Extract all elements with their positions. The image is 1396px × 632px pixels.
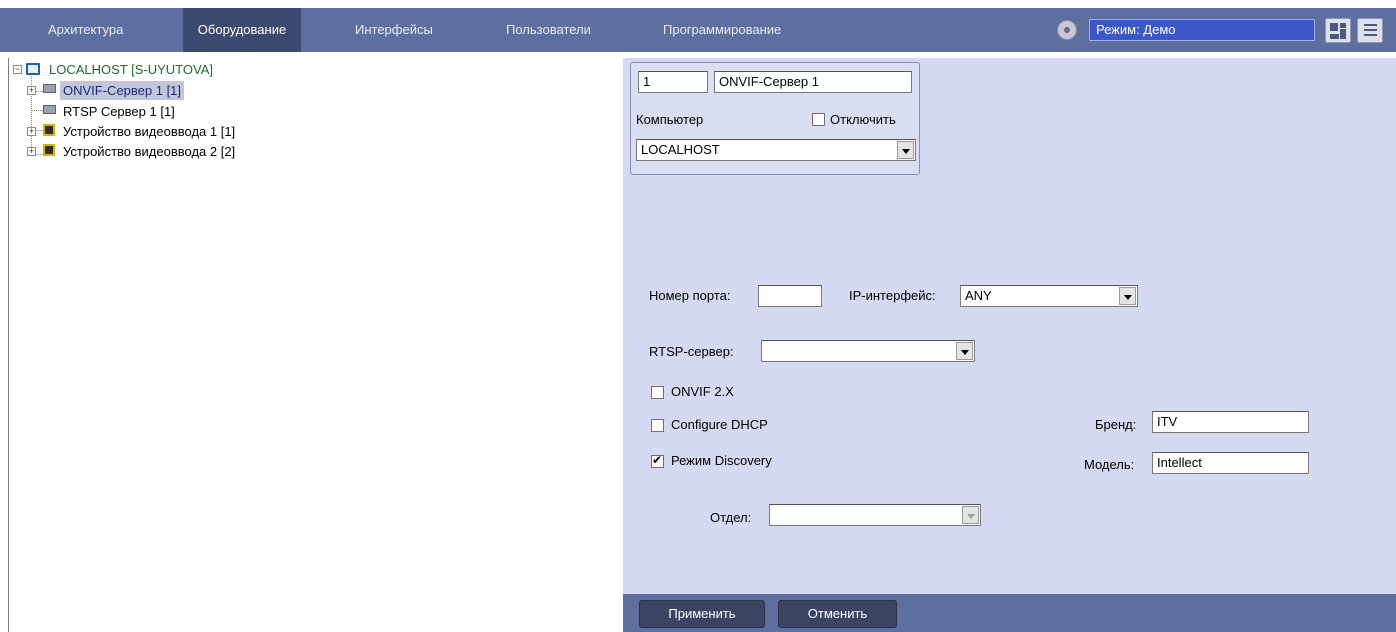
tree-item-label: RTSP Сервер 1 [1] [63,104,175,119]
main-tab-bar: Архитектура Оборудование Интерфейсы Поль… [0,8,1396,52]
tree-item-rtsp-server[interactable]: RTSP Сервер 1 [1] [9,101,309,120]
discovery-mode-checkbox[interactable] [651,453,664,468]
configure-dhcp-label: Configure DHCP [671,417,768,432]
expand-icon[interactable]: + [27,147,36,156]
tab-programming[interactable]: Программирование [653,8,791,52]
rtsp-server-label: RTSP-сервер: [649,344,734,359]
onvif2x-checkbox[interactable] [651,386,664,399]
settings-panel: 1 ONVIF-Сервер 1 Компьютер Отключить LOC… [623,58,1396,594]
action-bar: Применить Отменить [623,594,1396,632]
expand-icon[interactable]: + [27,127,36,136]
chevron-down-icon[interactable] [1119,287,1136,305]
chip-icon [43,124,55,136]
tree-item-video-input-1[interactable]: + Устройство видеоввода 1 [1] [9,121,329,140]
chevron-down-icon[interactable] [956,342,973,360]
chip-icon [43,144,55,156]
configure-dhcp-checkbox[interactable] [651,419,664,432]
tree-item-label: ONVIF-Сервер 1 [1] [60,81,185,100]
tab-hardware[interactable]: Оборудование [183,8,301,52]
brand-field[interactable]: ITV [1152,411,1309,433]
tree-root-label: LOCALHOST [S-UYUTOVA] [49,62,213,77]
computer-label: Компьютер [636,112,704,127]
ip-interface-value: ANY [965,288,992,303]
tab-architecture[interactable]: Архитектура [38,8,133,52]
tree-item-video-input-2[interactable]: + Устройство видеоввода 2 [2] [9,141,329,160]
tree-item-label: Устройство видеоввода 1 [1] [63,124,236,139]
rtsp-server-select[interactable] [761,340,975,362]
object-name-field[interactable]: ONVIF-Сервер 1 [714,71,912,93]
computer-select-value: LOCALHOST [641,142,720,157]
port-label: Номер порта: [649,288,731,303]
object-id-field[interactable]: 1 [638,71,708,93]
hardware-tree: − LOCALHOST [S-UYUTOVA] + ONVIF-Сервер 1… [8,58,623,632]
mode-gear-icon[interactable] [1057,20,1077,40]
model-label: Модель: [1084,457,1135,472]
layout-grid-icon[interactable] [1325,18,1351,43]
disable-checkbox[interactable] [812,113,825,126]
computer-icon [26,63,40,75]
port-field[interactable] [758,285,822,307]
department-select[interactable] [769,504,981,526]
tab-users[interactable]: Пользователи [496,8,601,52]
ip-interface-label: IP-интерфейс: [849,288,936,303]
menu-lines-icon[interactable] [1357,18,1383,43]
model-field[interactable]: Intellect [1152,452,1309,474]
ip-interface-select[interactable]: ANY [960,285,1138,307]
chevron-down-icon[interactable] [962,506,979,524]
server-icon [43,105,56,114]
tab-interfaces[interactable]: Интерфейсы [345,8,443,52]
collapse-icon[interactable]: − [13,65,22,74]
apply-button[interactable]: Применить [639,600,765,628]
tree-item-label: Устройство видеоввода 2 [2] [63,144,236,159]
computer-select[interactable]: LOCALHOST [636,139,916,161]
object-id-group: 1 ONVIF-Сервер 1 Компьютер Отключить LOC… [630,62,920,175]
cancel-button[interactable]: Отменить [778,600,897,628]
expand-icon[interactable]: + [27,86,36,95]
server-icon [43,84,56,93]
disable-label: Отключить [830,112,896,127]
department-label: Отдел: [710,510,752,525]
tree-item-onvif-server[interactable]: + ONVIF-Сервер 1 [1] [9,80,309,100]
brand-label: Бренд: [1095,417,1137,432]
mode-indicator[interactable]: Режим: Демо [1089,19,1315,41]
chevron-down-icon[interactable] [897,141,914,159]
onvif2x-label: ONVIF 2.X [671,384,734,399]
tree-root[interactable]: − LOCALHOST [S-UYUTOVA] [9,60,309,79]
discovery-mode-label: Режим Discovery [671,453,772,468]
